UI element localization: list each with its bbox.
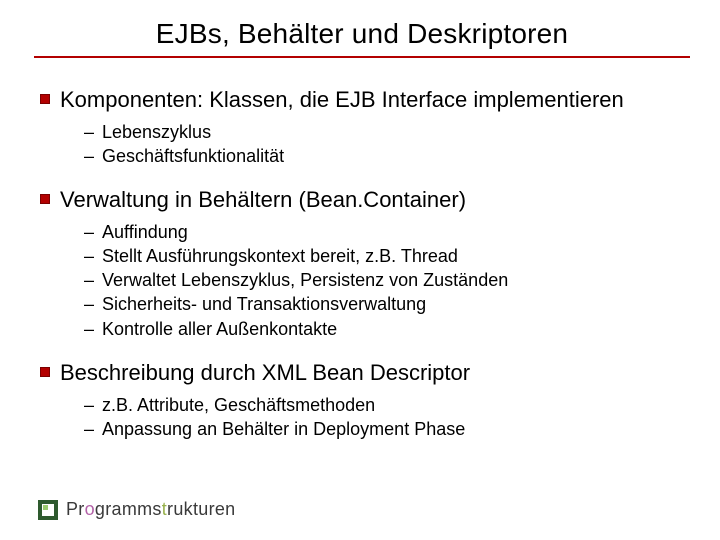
- logo-icon: [38, 500, 58, 520]
- sub-list: Auffindung Stellt Ausführungskontext ber…: [60, 214, 690, 355]
- sub-item: Lebenszyklus: [84, 120, 690, 144]
- sub-item: Auffindung: [84, 220, 690, 244]
- sub-item: Stellt Ausführungskontext bereit, z.B. T…: [84, 244, 690, 268]
- sub-item: z.B. Attribute, Geschäftsmethoden: [84, 393, 690, 417]
- logo-part: gramms: [95, 499, 162, 519]
- logo-part: ukturen: [173, 499, 235, 519]
- logo-part: Pr: [66, 499, 85, 519]
- bullet-list: Komponenten: Klassen, die EJB Interface …: [34, 86, 690, 455]
- sub-item: Kontrolle aller Außenkontakte: [84, 317, 690, 341]
- bullet-text: Beschreibung durch XML Bean Descriptor: [60, 360, 470, 385]
- bullet-item: Verwaltung in Behältern (Bean.Container)…: [40, 186, 690, 355]
- slide-title: EJBs, Behälter und Deskriptoren: [34, 18, 690, 50]
- logo-accent: o: [85, 499, 95, 519]
- footer-logo: Programmstrukturen: [38, 499, 235, 520]
- sub-item: Verwaltet Lebenszyklus, Persistenz von Z…: [84, 268, 690, 292]
- bullet-item: Beschreibung durch XML Bean Descriptor z…: [40, 359, 690, 455]
- sub-item: Anpassung an Behälter in Deployment Phas…: [84, 417, 690, 441]
- sub-list: Lebenszyklus Geschäftsfunktionalität: [60, 114, 690, 183]
- bullet-item: Komponenten: Klassen, die EJB Interface …: [40, 86, 690, 182]
- bullet-text: Verwaltung in Behältern (Bean.Container): [60, 187, 466, 212]
- sub-item: Sicherheits- und Transaktionsverwaltung: [84, 292, 690, 316]
- bullet-text: Komponenten: Klassen, die EJB Interface …: [60, 87, 624, 112]
- sub-item: Geschäftsfunktionalität: [84, 144, 690, 168]
- sub-list: z.B. Attribute, Geschäftsmethoden Anpass…: [60, 387, 690, 456]
- title-underline: [34, 56, 690, 58]
- logo-text: Programmstrukturen: [66, 499, 235, 520]
- slide-container: EJBs, Behälter und Deskriptoren Komponen…: [0, 0, 720, 540]
